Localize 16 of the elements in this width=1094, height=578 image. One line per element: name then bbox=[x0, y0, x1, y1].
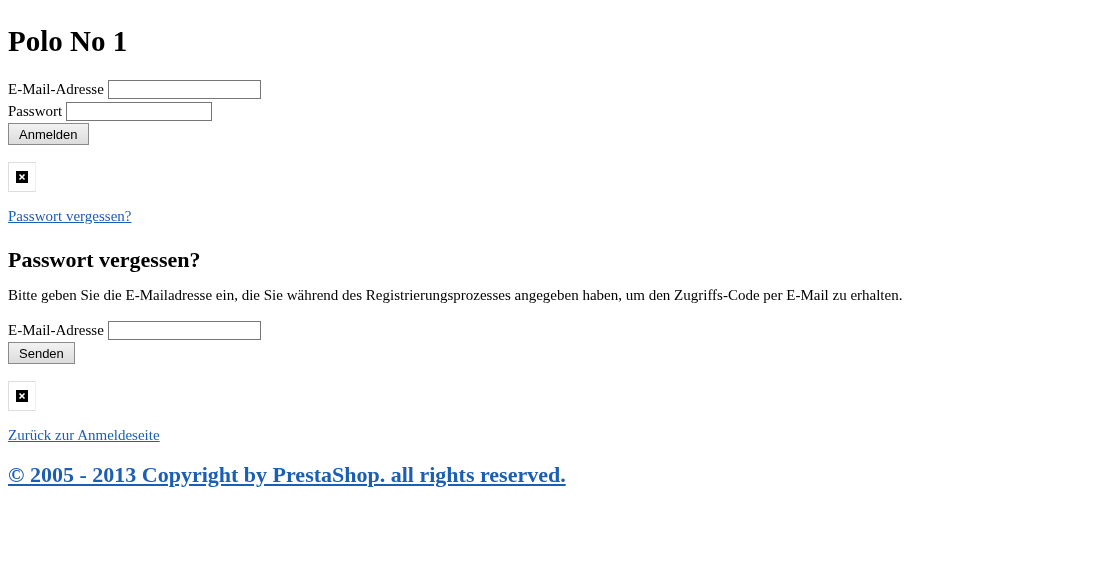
instruction-text: Bitte geben Sie die E-Mailadresse ein, die Sie während des Registrierungsprozesses angegeben haben, um den Zugriffs-Code per E-Mail zu erhalten. bbox=[8, 286, 903, 304]
back-to-login-link[interactable]: Zurück zur Anmeldeseite bbox=[8, 426, 160, 443]
send-button[interactable]: Senden bbox=[8, 342, 75, 365]
broken-image-icon bbox=[8, 161, 36, 192]
email-field[interactable] bbox=[107, 321, 261, 341]
login-button[interactable]: Anmelden bbox=[8, 123, 89, 146]
forgot-password-link[interactable]: Passwort vergessen? bbox=[8, 207, 132, 224]
email-field[interactable] bbox=[107, 79, 261, 99]
field-label: E-Mail-Adresse bbox=[8, 80, 104, 98]
copyright-link[interactable]: © 2005 - 2013 Copyright by PrestaShop. all rights reserved. bbox=[8, 461, 566, 487]
field-label: Passwort bbox=[8, 103, 63, 121]
broken-image-icon bbox=[8, 380, 36, 411]
password-field[interactable] bbox=[66, 102, 213, 122]
field-label: E-Mail-Adresse bbox=[8, 322, 104, 340]
section-heading: Passwort vergessen? bbox=[8, 246, 201, 273]
page-title: Polo No 1 bbox=[8, 24, 128, 58]
